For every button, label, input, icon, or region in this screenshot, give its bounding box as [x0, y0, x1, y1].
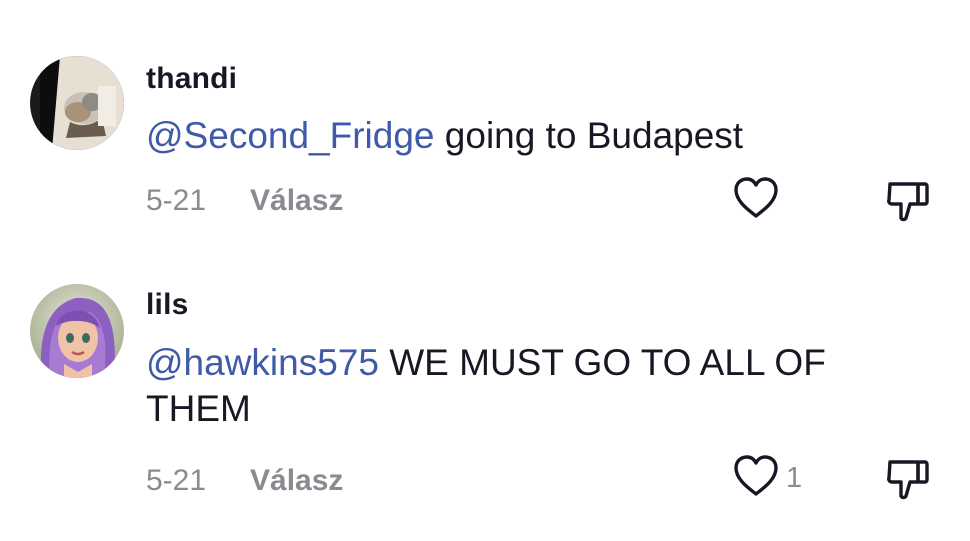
comment-text: @Second_Fridge going to Budapest [146, 113, 886, 159]
thumbs-down-icon [884, 460, 932, 506]
heart-icon [732, 176, 780, 225]
comment-mention[interactable]: @Second_Fridge [146, 115, 435, 156]
dislike-button[interactable] [884, 456, 932, 502]
comment-item: thandi @Second_Fridge going to Budapest … [0, 0, 970, 270]
comment-item: lils @hawkins575 WE MUST GO TO ALL OF TH… [0, 270, 970, 541]
comment-body: going to Budapest [434, 115, 744, 156]
like-button[interactable] [732, 176, 786, 225]
dislike-button[interactable] [884, 178, 932, 224]
heart-icon [732, 454, 780, 503]
comment-date: 5-21 [146, 184, 207, 217]
thumbs-down-icon [884, 182, 932, 228]
reply-button[interactable]: Válasz [250, 184, 343, 218]
comment-username[interactable]: lils [146, 288, 189, 322]
reply-button[interactable]: Válasz [250, 464, 343, 498]
comment-mention[interactable]: @hawkins575 [146, 342, 379, 383]
like-count: 1 [786, 461, 803, 494]
comment-username[interactable]: thandi [146, 62, 237, 96]
avatar[interactable] [30, 56, 124, 150]
avatar[interactable] [30, 284, 124, 378]
like-button[interactable]: 1 [732, 454, 803, 503]
comment-date: 5-21 [146, 464, 207, 497]
comment-text: @hawkins575 WE MUST GO TO ALL OF THEM [146, 340, 886, 432]
